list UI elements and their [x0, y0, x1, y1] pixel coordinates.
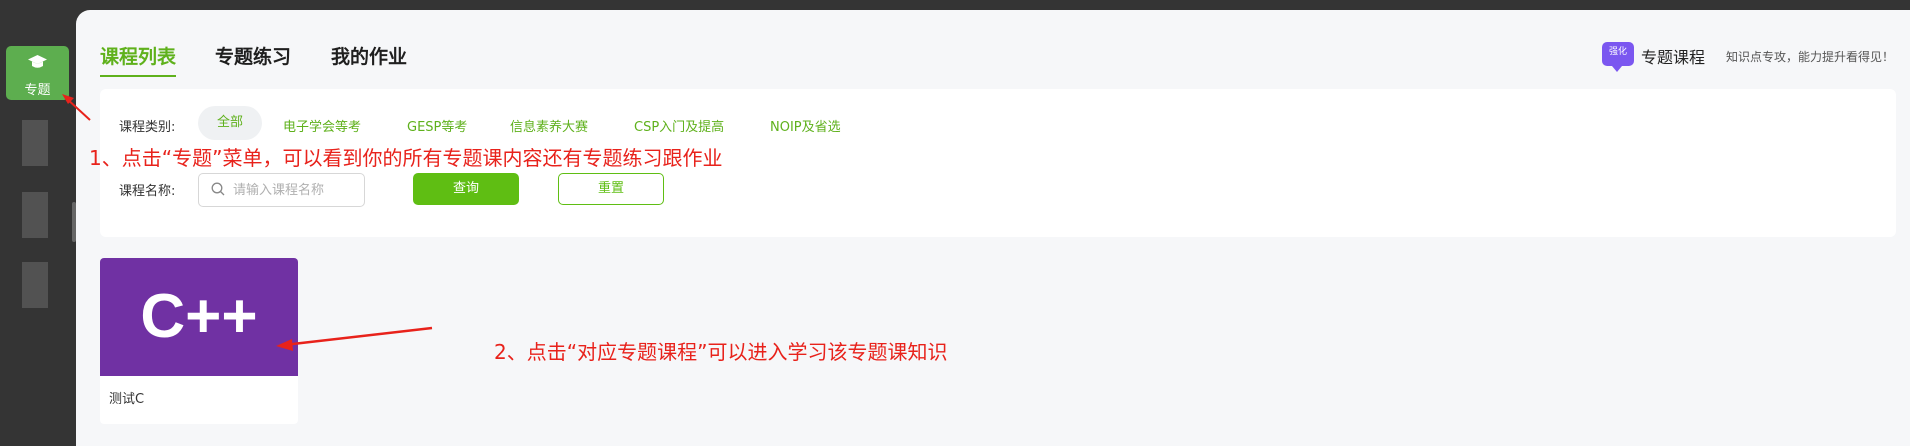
course-name: 测试C [109, 392, 145, 407]
main-panel: 课程列表 专题练习 我的作业 强化 专题课程 知识点专攻，能力提升看得见！ 课程… [76, 10, 1910, 446]
query-button[interactable]: 查询 [413, 173, 519, 205]
tab-my-homework[interactable]: 我的作业 [331, 42, 407, 69]
sidebar: 专题 [0, 0, 76, 446]
brand-badge-icon: 强化 [1602, 42, 1634, 72]
tab-topic-practice[interactable]: 专题练习 [215, 42, 291, 69]
category-electronics-exam[interactable]: 电子学会等考 [283, 116, 361, 135]
sidebar-item-label: 专题 [24, 83, 51, 98]
course-card[interactable]: C++ 测试C [100, 258, 298, 424]
sidebar-item-special-topics[interactable]: 专题 [6, 46, 69, 100]
category-gesp-exam[interactable]: GESP等考 [407, 116, 467, 135]
category-noip[interactable]: NOIP及省选 [770, 116, 841, 135]
search-icon [211, 182, 225, 196]
tab-course-list[interactable]: 课程列表 [100, 42, 177, 77]
sidebar-item-obscured[interactable] [22, 192, 48, 238]
sidebar-item-obscured[interactable] [22, 262, 48, 308]
annotation-2: 2、点击“对应专题课程”可以进入学习该专题课知识 [494, 340, 948, 364]
reset-button[interactable]: 重置 [558, 173, 664, 205]
category-all[interactable]: 全部 [198, 106, 262, 140]
graduation-cap-icon [28, 55, 47, 68]
annotation-1: 1、点击“专题”菜单，可以看到你的所有专题课内容还有专题练习跟作业 [89, 146, 723, 170]
course-cover[interactable]: C++ [100, 258, 298, 376]
sidebar-item-obscured[interactable] [22, 120, 48, 166]
brand-title: 专题课程 [1641, 48, 1706, 67]
course-name-label: 课程名称: [119, 184, 176, 199]
course-search-input[interactable] [231, 178, 360, 202]
category-csp[interactable]: CSP入门及提高 [634, 116, 724, 135]
brand-slogan: 知识点专攻，能力提升看得见！ [1726, 50, 1895, 64]
course-search-box[interactable] [198, 173, 365, 207]
category-label: 课程类别: [119, 120, 176, 135]
category-info-literacy[interactable]: 信息素养大赛 [510, 116, 588, 135]
